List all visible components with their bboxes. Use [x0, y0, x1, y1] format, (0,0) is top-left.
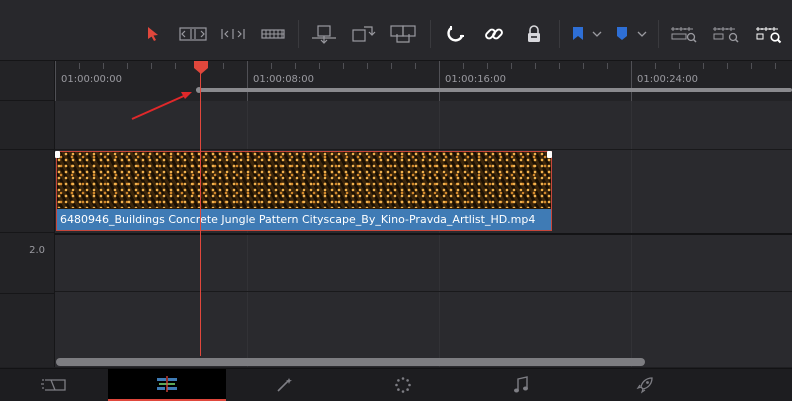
ruler-tick — [127, 63, 128, 69]
timecode-label: 01:00:16:00 — [445, 74, 507, 85]
ruler-tick — [775, 63, 776, 69]
ruler-header — [0, 61, 54, 101]
marker-icon[interactable] — [613, 18, 631, 50]
ruler-tick — [439, 61, 440, 101]
playhead-line[interactable] — [200, 66, 201, 356]
ruler-tick — [655, 63, 656, 69]
ruler-tick — [487, 63, 488, 69]
video-track-2-header[interactable] — [0, 101, 54, 150]
ruler-tick — [247, 61, 248, 101]
ruler-tick — [559, 63, 560, 69]
video-clip[interactable]: 6480946_Buildings Concrete Jungle Patter… — [56, 151, 552, 231]
color-page-icon — [395, 377, 411, 393]
ruler-tick — [271, 63, 272, 69]
edit-page-icon — [157, 376, 177, 392]
clip-right-handle[interactable] — [547, 151, 552, 158]
deliver-page-tab[interactable] — [580, 369, 710, 401]
ruler-tick — [583, 63, 584, 69]
ruler-tick — [343, 63, 344, 69]
color-page-tab[interactable] — [344, 369, 462, 401]
ruler-tick — [391, 63, 392, 69]
toolbar-divider — [559, 20, 560, 48]
ruler-tick — [295, 63, 296, 69]
toolbar-divider — [430, 20, 431, 48]
deliver-page-icon — [636, 377, 653, 394]
ruler-tick — [751, 63, 752, 69]
ruler-tick — [535, 63, 536, 69]
ruler-tick — [319, 63, 320, 69]
track-separator — [55, 149, 792, 150]
cut-page-icon — [41, 379, 66, 391]
snapping-magnet-icon[interactable] — [443, 18, 469, 50]
clip-left-handle[interactable] — [55, 151, 60, 158]
edit-page-tab[interactable] — [108, 369, 226, 401]
ruler-tick — [607, 63, 608, 69]
insert-clip-icon[interactable] — [309, 18, 339, 50]
toolbar-divider — [298, 20, 299, 48]
chevron-down-icon[interactable] — [590, 18, 604, 50]
track-separator — [55, 291, 792, 292]
playhead-handle[interactable] — [193, 61, 209, 74]
chevron-down-icon[interactable] — [635, 18, 649, 50]
horizontal-scrollbar[interactable] — [56, 358, 645, 366]
page-navigation-bar — [0, 368, 792, 401]
timecode-label: 01:00:24:00 — [637, 74, 699, 85]
linked-selection-icon[interactable] — [481, 18, 507, 50]
fusion-page-tab[interactable] — [226, 369, 344, 401]
ruler-tick — [727, 63, 728, 69]
trim-edit-icon[interactable] — [178, 18, 208, 50]
ruler-tick — [631, 61, 632, 101]
ruler-tick — [679, 63, 680, 69]
audio-track-level: 2.0 — [29, 245, 45, 256]
zoom-full-icon[interactable] — [668, 18, 700, 50]
clip-name-label: 6480946_Buildings Concrete Jungle Patter… — [57, 209, 551, 230]
replace-clip-icon[interactable] — [388, 18, 418, 50]
fairlight-page-tab[interactable] — [462, 369, 580, 401]
overwrite-clip-icon[interactable] — [349, 18, 377, 50]
flag-icon[interactable] — [569, 18, 587, 50]
toolbar-divider — [658, 20, 659, 48]
ruler-tick — [223, 63, 224, 69]
track-header-column: 2.0 — [0, 61, 55, 367]
ruler-tick — [703, 63, 704, 69]
fairlight-page-icon — [514, 376, 528, 393]
ruler-tick — [175, 63, 176, 69]
position-lock-icon[interactable] — [521, 18, 547, 50]
fusion-page-icon — [277, 378, 292, 392]
red-annotation-arrow-icon — [131, 92, 192, 120]
clip-thumbnail-strip — [57, 152, 551, 208]
ruler-tick — [367, 63, 368, 69]
ruler-tick — [103, 63, 104, 69]
ruler-tick — [79, 63, 80, 69]
timeline-toolbar — [0, 0, 792, 61]
ruler-tick — [55, 61, 56, 101]
ruler-tick — [151, 63, 152, 69]
timecode-label: 01:00:08:00 — [253, 74, 315, 85]
dynamic-trim-icon[interactable] — [218, 18, 248, 50]
video-track-1-header[interactable] — [0, 150, 54, 233]
blade-edit-icon[interactable] — [259, 18, 287, 50]
video-audio-separator — [55, 233, 792, 235]
timeline-tracks[interactable] — [55, 101, 792, 367]
cut-page-tab[interactable] — [0, 369, 108, 401]
ruler-tick — [463, 63, 464, 69]
ruler-tick — [511, 63, 512, 69]
timecode-label: 01:00:00:00 — [61, 74, 123, 85]
render-cache-bar — [196, 88, 792, 92]
audio-track-header[interactable]: 2.0 — [0, 235, 54, 294]
selection-arrow-icon[interactable] — [143, 18, 163, 50]
zoom-detail-icon[interactable] — [710, 18, 742, 50]
zoom-custom-icon[interactable] — [753, 18, 785, 50]
ruler-tick — [415, 63, 416, 69]
